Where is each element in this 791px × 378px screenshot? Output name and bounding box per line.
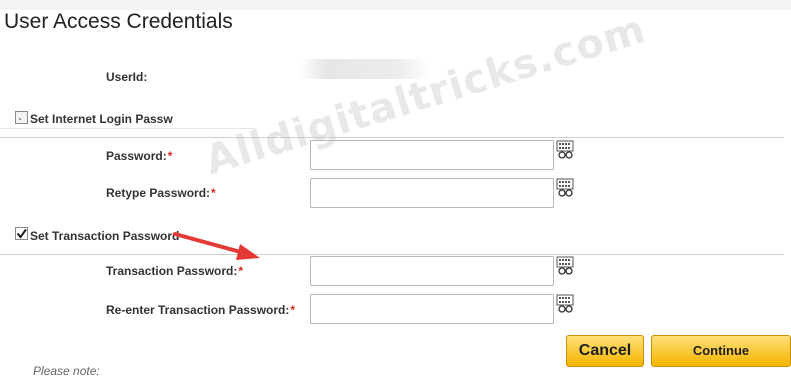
top-band <box>0 0 791 10</box>
transaction-password-checkbox-label: Set Transaction Password <box>30 229 180 243</box>
section-divider <box>0 254 784 255</box>
reenter-transaction-password-label: Re-enter Transaction Password:* <box>106 303 296 317</box>
checkmark-icon <box>16 228 27 239</box>
page-title: User Access Credentials <box>4 10 233 33</box>
userid-label: UserId: <box>106 70 148 84</box>
required-asterisk: * <box>167 149 173 163</box>
password-input[interactable] <box>310 140 554 170</box>
virtual-keyboard-icon[interactable] <box>556 178 574 198</box>
password-label: Password:* <box>106 149 173 163</box>
checkbox-mark-partial <box>18 117 22 121</box>
required-asterisk: * <box>238 264 244 278</box>
transaction-password-input[interactable] <box>310 256 554 286</box>
retype-password-label: Retype Password:* <box>106 186 216 200</box>
retype-password-input[interactable] <box>310 178 554 208</box>
virtual-keyboard-icon[interactable] <box>556 140 574 160</box>
divider <box>0 128 255 129</box>
internet-password-checkbox-label: Set Internet Login Password <box>30 112 173 126</box>
section-divider <box>0 137 784 138</box>
transaction-password-label: Transaction Password:* <box>106 264 244 278</box>
cancel-button[interactable]: Cancel <box>566 335 644 367</box>
continue-button[interactable]: Continue <box>651 335 791 367</box>
transaction-password-checkbox[interactable] <box>15 227 28 240</box>
red-arrow-annotation <box>173 232 260 260</box>
reenter-transaction-password-input[interactable] <box>310 294 554 324</box>
required-asterisk: * <box>290 303 296 317</box>
virtual-keyboard-icon[interactable] <box>556 294 574 314</box>
required-asterisk: * <box>211 186 216 200</box>
virtual-keyboard-icon[interactable] <box>556 256 574 276</box>
internet-password-checkbox[interactable] <box>15 111 28 124</box>
please-note-text: Please note: <box>33 364 100 378</box>
